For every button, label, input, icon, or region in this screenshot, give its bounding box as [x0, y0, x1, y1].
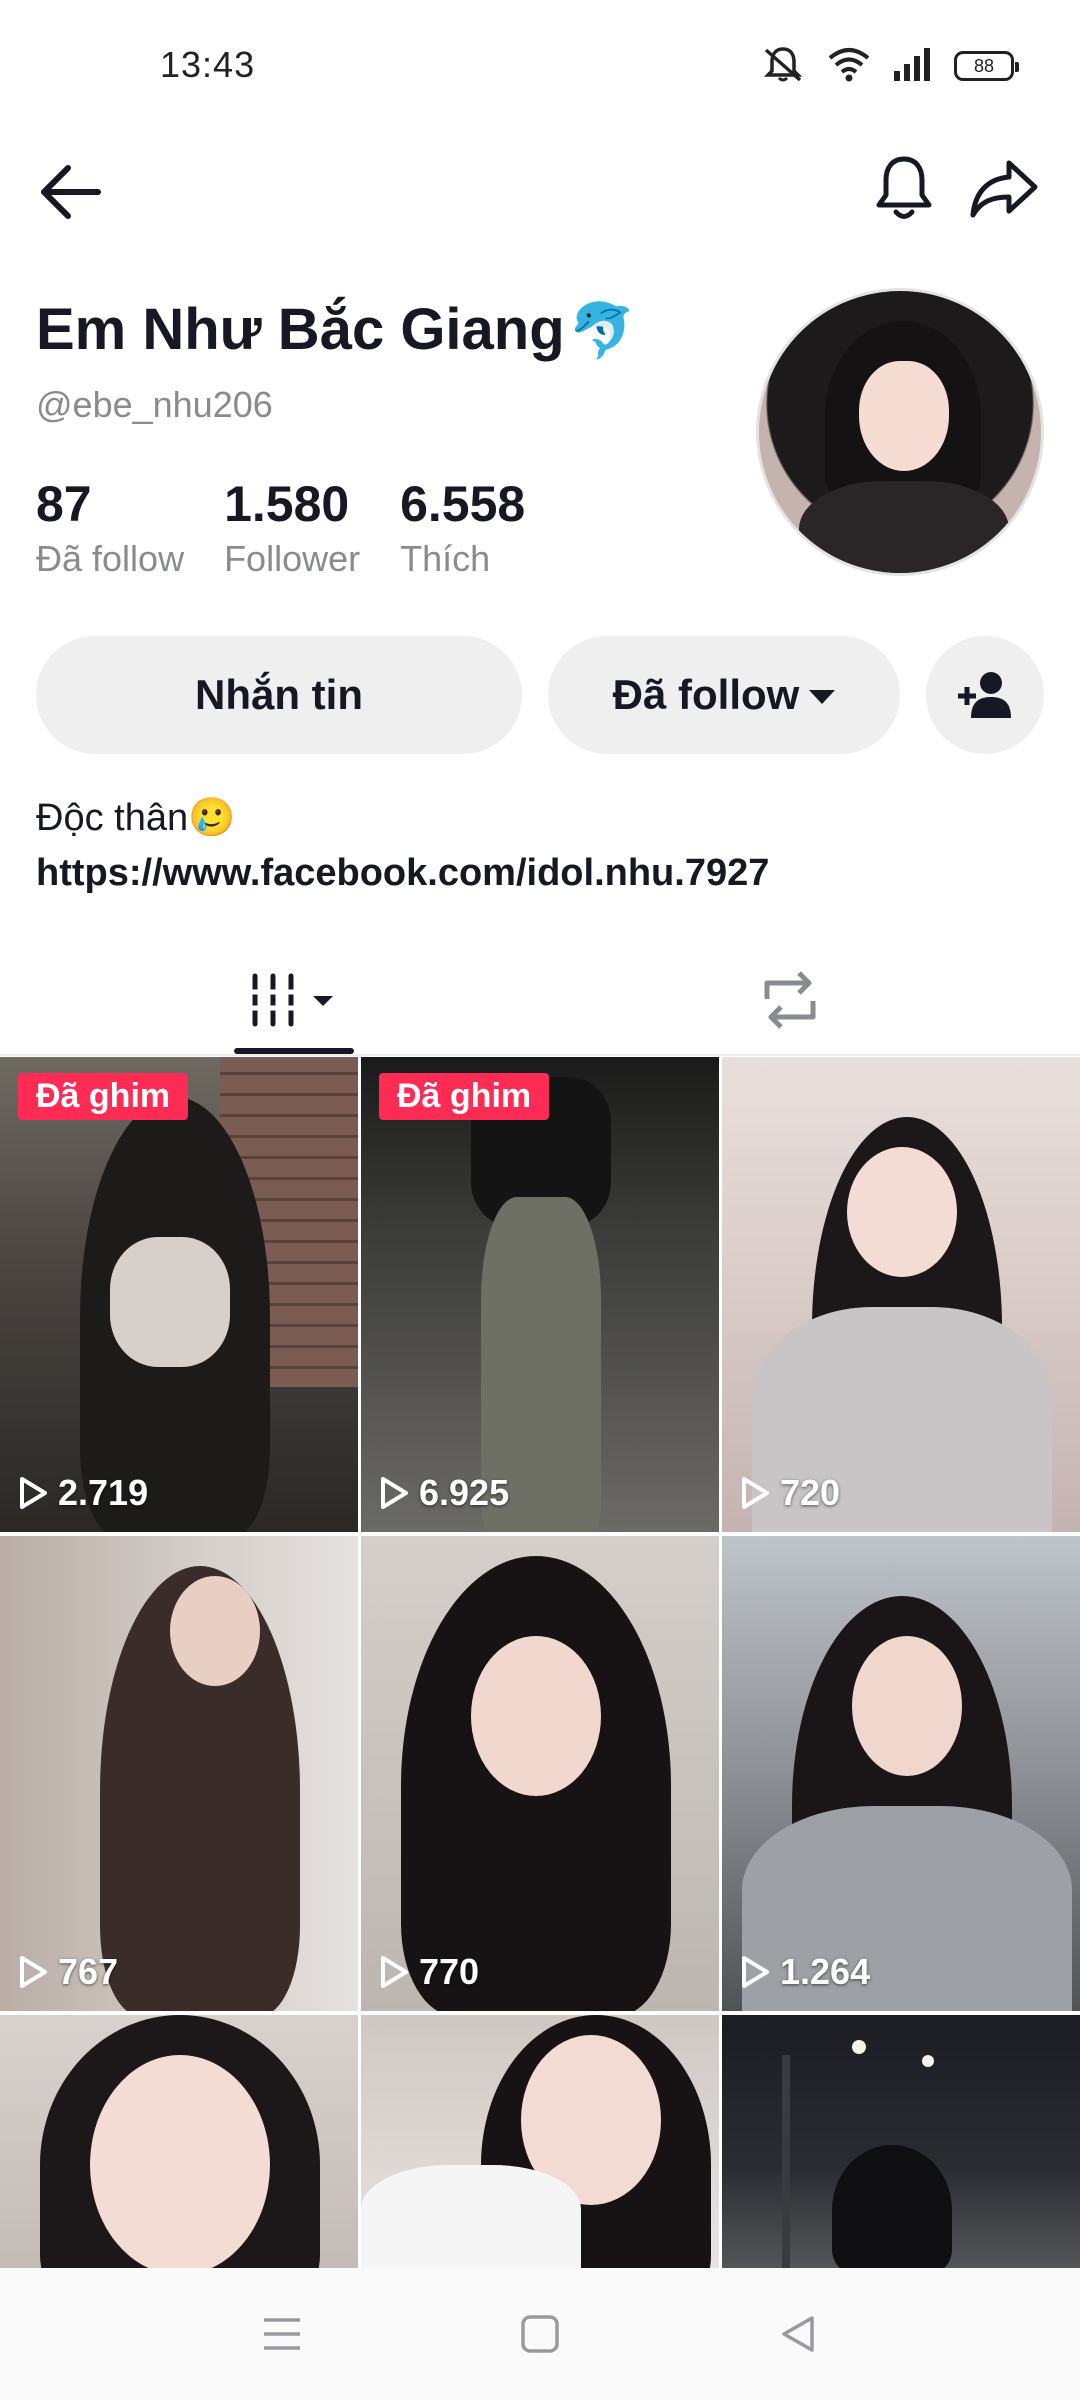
following-button-label: Đã follow	[612, 671, 800, 718]
stat-likes[interactable]: 6.558 Thích	[400, 476, 525, 584]
message-button[interactable]: Nhắn tin	[36, 636, 522, 754]
profile-name-text: Em Như Bắc Giang	[36, 297, 565, 362]
stat-followers[interactable]: 1.580 Follower	[224, 476, 360, 584]
home-button[interactable]	[504, 2298, 576, 2370]
add-user-icon	[958, 672, 1011, 718]
back-triangle-icon	[782, 2316, 814, 2352]
view-count: 720	[740, 1472, 840, 1514]
tab-videos[interactable]	[234, 950, 354, 1050]
pinned-badge: Đã ghim	[379, 1073, 550, 1120]
video-thumbnail[interactable]	[361, 2015, 719, 2269]
menu-icon	[264, 2318, 300, 2350]
person-face	[170, 1576, 260, 1686]
profile-handle: @ebe_nhu206	[36, 384, 273, 425]
view-count-text: 1.264	[780, 1951, 871, 1992]
back-button[interactable]	[34, 156, 106, 228]
stat-label: Follower	[224, 538, 361, 579]
bell-icon	[876, 156, 932, 219]
video-thumbnail[interactable]: Đã ghim 2.719	[0, 1057, 358, 1532]
video-thumbnail[interactable]	[722, 2015, 1080, 2269]
video-thumbnail[interactable]: 770	[361, 1536, 719, 2011]
person-face	[852, 1636, 962, 1776]
avatar-face	[859, 361, 949, 471]
play-icon	[742, 1956, 769, 1988]
play-icon	[742, 1477, 769, 1509]
tab-divider	[0, 1054, 1080, 1056]
view-count-text: 720	[780, 1472, 841, 1513]
suggested-accounts-button[interactable]	[926, 636, 1044, 754]
share-icon	[970, 160, 1038, 218]
video-thumbnail[interactable]: 767	[0, 1536, 358, 2011]
home-square-icon	[521, 2315, 559, 2353]
video-thumbnail[interactable]: 1.264	[722, 1536, 1080, 2011]
stat-value: 6.558	[400, 476, 526, 532]
bio-text: Độc thân🥲	[36, 797, 236, 839]
profile-name: Em Như Bắc Giang🐬	[36, 296, 636, 363]
person-face	[847, 1147, 957, 1277]
status-bar: 13:43 88	[0, 0, 1080, 140]
avatar-body	[799, 481, 1009, 573]
profile-stats: 87 Đã follow 1.580 Follower 6.558 Thích	[36, 476, 565, 584]
play-icon	[20, 1956, 47, 1988]
tab-reposts[interactable]	[740, 950, 840, 1050]
video-thumbnail[interactable]	[0, 2015, 358, 2269]
repost-icon	[764, 971, 816, 1029]
stat-label: Thích	[400, 538, 491, 579]
person-figure	[832, 2145, 952, 2269]
view-count: 770	[379, 1951, 479, 1993]
stat-value: 1.580	[224, 476, 350, 532]
street-light	[852, 2040, 866, 2054]
video-thumbnail[interactable]: 720	[722, 1057, 1080, 1532]
pinned-badge: Đã ghim	[18, 1073, 189, 1120]
view-count-text: 770	[419, 1951, 480, 1992]
stat-following[interactable]: 87 Đã follow	[36, 476, 184, 584]
videos-grid-icon	[249, 973, 333, 1027]
notification-bell-button[interactable]	[866, 150, 942, 226]
wifi-icon	[828, 46, 870, 87]
share-button[interactable]	[966, 150, 1042, 226]
view-count-text: 6.925	[419, 1472, 510, 1513]
system-nav-bar	[0, 2268, 1080, 2400]
street-light	[922, 2055, 934, 2067]
status-icons: 88	[760, 44, 1019, 89]
view-count: 6.925	[379, 1472, 509, 1514]
recent-apps-button[interactable]	[246, 2298, 318, 2370]
view-count-text: 767	[58, 1951, 119, 1992]
person-top	[110, 1237, 230, 1367]
battery-icon: 88	[954, 51, 1019, 81]
view-count: 767	[18, 1951, 118, 1993]
system-back-button[interactable]	[762, 2298, 834, 2370]
dolphin-emoji-icon: 🐬	[568, 301, 636, 361]
status-time: 13:43	[160, 44, 256, 85]
back-arrow-icon	[41, 165, 101, 219]
mute-icon	[760, 44, 806, 89]
view-count: 1.264	[740, 1951, 870, 1993]
play-icon	[381, 1956, 408, 1988]
street-pole	[782, 2055, 790, 2269]
video-thumbnail[interactable]: Đã ghim 6.925	[361, 1057, 719, 1532]
stat-value: 87	[36, 476, 92, 532]
view-count: 2.719	[18, 1472, 148, 1514]
view-count-text: 2.719	[58, 1472, 149, 1513]
play-icon	[20, 1477, 47, 1509]
person-sleeve	[361, 2165, 581, 2269]
avatar[interactable]	[756, 288, 1044, 576]
person-face	[471, 1636, 601, 1796]
following-dropdown-button[interactable]: Đã follow	[548, 636, 900, 754]
stat-label: Đã follow	[36, 538, 185, 579]
bio-link[interactable]: https://www.facebook.com/idol.nhu.7927	[36, 852, 769, 895]
message-button-label: Nhắn tin	[195, 671, 363, 718]
play-icon	[381, 1477, 408, 1509]
signal-icon	[892, 47, 932, 86]
person-face	[90, 2055, 270, 2269]
caret-down-icon	[809, 690, 836, 704]
